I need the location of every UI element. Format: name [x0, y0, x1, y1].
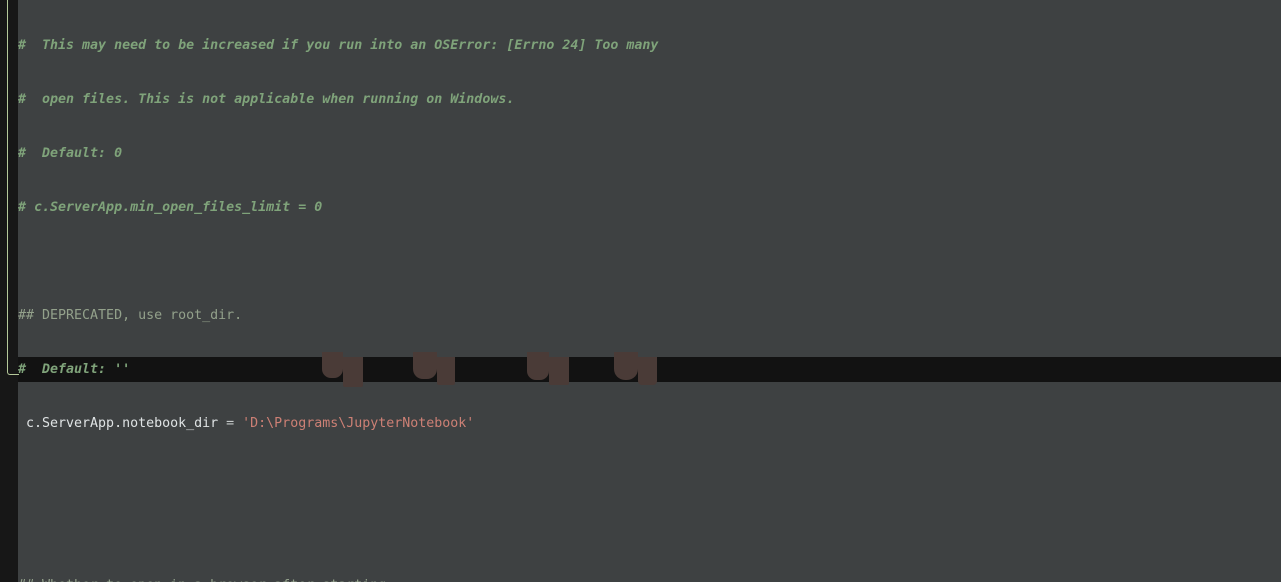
editor-gutter: [0, 0, 18, 582]
code-line: # Default: 0: [0, 145, 1281, 163]
code-line: ## Whether to open in a browser after st…: [0, 577, 1281, 582]
code-content[interactable]: # This may need to be increased if you r…: [0, 0, 1281, 582]
line-text: # c.ServerApp.min_open_files_limit = 0: [18, 200, 323, 215]
code-line: # c.ServerApp.min_open_files_limit = 0: [0, 199, 1281, 217]
config-value: 'D:\Programs\JupyterNotebook': [242, 416, 475, 431]
line-text: # Default: 0: [18, 146, 123, 161]
line-text: # This may need to be increased if you r…: [18, 38, 659, 53]
code-line: # This may need to be increased if you r…: [0, 37, 1281, 55]
code-line: # Default: '': [0, 361, 1281, 379]
code-line: ## DEPRECATED, use root_dir.: [0, 307, 1281, 325]
line-text: ## DEPRECATED, use root_dir.: [18, 308, 243, 323]
line-text: # open files. This is not applicable whe…: [18, 92, 515, 107]
code-editor[interactable]: # This may need to be increased if you r…: [0, 0, 1281, 582]
code-line-notebook-dir: c.ServerApp.notebook_dir = 'D:\Programs\…: [0, 415, 1281, 433]
line-text: # Default: '': [18, 362, 131, 377]
config-key: c.ServerApp.notebook_dir: [18, 416, 227, 431]
code-line: # open files. This is not applicable whe…: [0, 91, 1281, 109]
line-text: ## Whether to open in a browser after st…: [18, 578, 394, 582]
assign-operator: =: [226, 416, 243, 431]
